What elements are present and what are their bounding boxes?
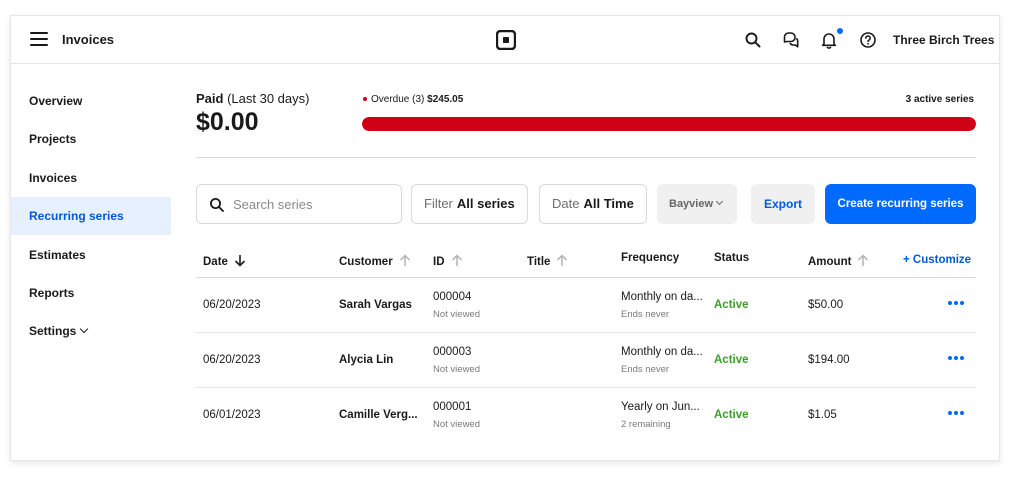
filter-dropdown[interactable]: Filter All series [411, 184, 528, 224]
row-id-note: Not viewed [433, 419, 480, 430]
row-amount: $50.00 [808, 299, 844, 311]
sidebar-item-invoices[interactable]: Invoices [11, 159, 171, 197]
overdue-progress-fill [362, 117, 976, 131]
account-name[interactable]: Three Birch Trees [893, 33, 994, 47]
square-logo-icon[interactable] [496, 30, 516, 50]
column-title[interactable]: Title [527, 252, 568, 268]
paid-label: Paid (Last 30 days) [196, 91, 310, 106]
chevron-down-icon [715, 197, 724, 206]
search-box[interactable] [196, 184, 402, 224]
column-id[interactable]: ID [433, 252, 463, 268]
sidebar-item-projects[interactable]: Projects [11, 120, 171, 158]
column-date[interactable]: Date [203, 252, 246, 268]
row-id-note: Not viewed [433, 364, 480, 375]
row-date: 06/20/2023 [203, 299, 261, 311]
sidebar-item-label: Recurring series [29, 209, 124, 223]
overdue-summary: Overdue (3) $245.05 [363, 94, 463, 105]
app-title: Invoices [62, 32, 115, 47]
sidebar-item-label: Settings [29, 324, 77, 338]
table-row[interactable]: 06/20/2023 Alycia Lin 000003 Not viewed … [196, 333, 976, 388]
search-input[interactable] [233, 195, 393, 213]
sidebar-item-reports[interactable]: Reports [11, 274, 171, 312]
export-button[interactable]: Export [751, 184, 815, 224]
sidebar-item-label: Estimates [29, 248, 86, 262]
row-customer: Alycia Lin [339, 354, 394, 366]
row-amount: $194.00 [808, 354, 850, 366]
more-options-icon[interactable] [948, 406, 970, 420]
divider [196, 157, 976, 158]
column-frequency[interactable]: Frequency [621, 252, 679, 264]
row-amount: $1.05 [808, 409, 837, 421]
sidebar-item-label: Overview [29, 94, 83, 108]
table-row[interactable]: 06/01/2023 Camille Verg... 000001 Not vi… [196, 388, 976, 443]
row-id: 000001 [433, 401, 472, 413]
location-dropdown[interactable]: Bayview [657, 184, 737, 224]
row-id: 000003 [433, 346, 472, 358]
row-id: 000004 [433, 291, 472, 303]
active-series-count: 3 active series [905, 94, 974, 105]
column-status[interactable]: Status [714, 252, 749, 264]
row-customer: Camille Verg... [339, 409, 418, 421]
status-badge: Active [714, 409, 749, 421]
row-frequency: Yearly on Jun... [621, 401, 700, 413]
row-frequency: Monthly on da... [621, 291, 703, 303]
row-frequency-note: Ends never [621, 309, 670, 320]
more-options-icon[interactable] [948, 296, 970, 310]
customize-columns-link[interactable]: + Customize [903, 254, 971, 266]
more-options-icon[interactable] [948, 351, 970, 365]
arrow-up-icon [858, 254, 869, 266]
status-badge: Active [714, 354, 749, 366]
row-frequency: Monthly on da... [621, 346, 703, 358]
overdue-progress-bar [362, 117, 976, 131]
sidebar-item-settings[interactable]: Settings [11, 312, 171, 350]
paid-amount: $0.00 [196, 108, 259, 136]
messages-icon[interactable] [782, 31, 800, 49]
arrow-down-icon [234, 255, 246, 267]
search-icon [210, 198, 224, 212]
sidebar-item-label: Reports [29, 286, 75, 300]
date-dropdown[interactable]: Date All Time [539, 184, 647, 224]
row-id-note: Not viewed [433, 309, 480, 320]
sidebar-item-recurring-series[interactable]: Recurring series [11, 197, 171, 235]
overdue-dot [363, 97, 367, 101]
menu-icon[interactable] [30, 32, 48, 46]
table-row[interactable]: 06/20/2023 Sarah Vargas 000004 Not viewe… [196, 278, 976, 333]
bell-icon[interactable] [820, 31, 838, 49]
sidebar-item-estimates[interactable]: Estimates [11, 236, 171, 274]
sidebar-item-overview[interactable]: Overview [11, 82, 171, 120]
row-date: 06/20/2023 [203, 354, 261, 366]
row-frequency-note: Ends never [621, 364, 670, 375]
sidebar-item-label: Projects [29, 132, 77, 146]
notification-dot [837, 28, 843, 34]
arrow-up-icon [399, 254, 410, 266]
app-window: Invoices Three Birch Trees Overview Proj… [10, 15, 1000, 461]
top-bar: Invoices Three Birch Trees [11, 16, 999, 64]
row-date: 06/01/2023 [203, 409, 261, 421]
row-frequency-note: 2 remaining [621, 419, 671, 430]
search-icon[interactable] [744, 31, 762, 49]
row-customer: Sarah Vargas [339, 299, 412, 311]
help-icon[interactable] [859, 31, 877, 49]
table-header: Date Customer ID Title Frequency Status … [196, 242, 976, 278]
create-recurring-series-button[interactable]: Create recurring series [825, 184, 976, 224]
arrow-up-icon [557, 254, 568, 266]
chevron-down-icon [80, 324, 89, 334]
column-customer[interactable]: Customer [339, 252, 411, 268]
column-amount[interactable]: Amount [808, 252, 869, 268]
arrow-up-icon [451, 254, 462, 266]
sidebar-item-label: Invoices [29, 171, 78, 185]
status-badge: Active [714, 299, 749, 311]
